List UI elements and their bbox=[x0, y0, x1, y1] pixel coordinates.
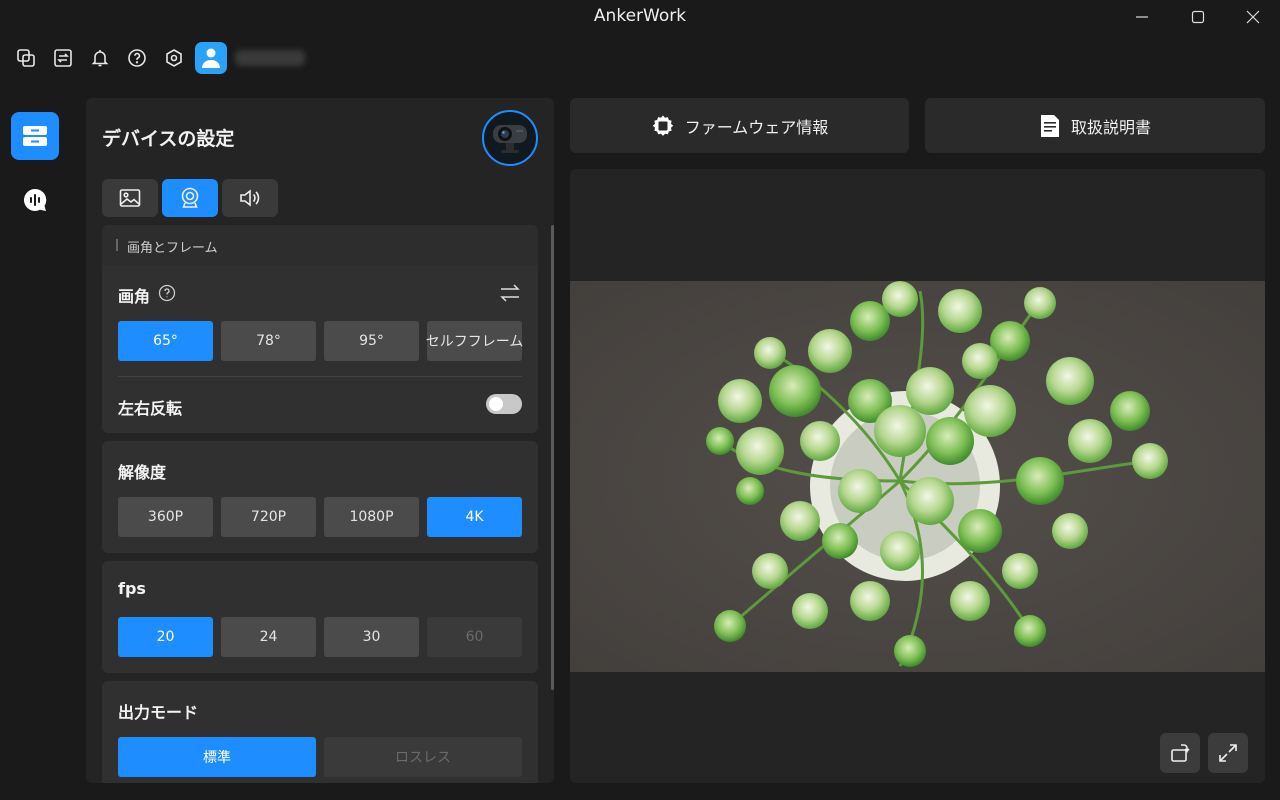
fps-option-24[interactable]: 24 bbox=[221, 617, 316, 657]
section-header: 画角とフレーム bbox=[102, 225, 538, 265]
fov-label: 画角 bbox=[118, 287, 151, 306]
settings-title: デバイスの設定 bbox=[102, 128, 235, 150]
webcam-icon bbox=[181, 187, 199, 208]
mirror-toggle[interactable] bbox=[486, 394, 522, 414]
speaker-icon bbox=[240, 189, 260, 207]
tab-audio[interactable] bbox=[222, 179, 278, 217]
maximize-button[interactable] bbox=[1178, 4, 1218, 30]
swap-icon[interactable] bbox=[498, 282, 522, 304]
resolution-option-720p[interactable]: 720P bbox=[221, 497, 316, 537]
resolution-card: 解像度 360P 720P 1080P 4K bbox=[102, 441, 538, 553]
resolution-option-4k[interactable]: 4K bbox=[427, 497, 522, 537]
manual-button[interactable]: 取扱説明書 bbox=[925, 98, 1265, 153]
fps-label: fps bbox=[118, 579, 146, 598]
tab-camera[interactable] bbox=[162, 179, 218, 217]
section-title: 画角とフレーム bbox=[127, 241, 218, 256]
firmware-info-button[interactable]: ファームウェア情報 bbox=[570, 98, 909, 153]
toggle-knob bbox=[489, 397, 503, 411]
divider bbox=[118, 376, 522, 377]
expand-icon bbox=[1219, 744, 1237, 762]
output-mode-lossless: ロスレス bbox=[324, 737, 522, 777]
rotate-icon bbox=[1171, 744, 1190, 762]
plant-photo bbox=[570, 281, 1265, 672]
camera-preview bbox=[570, 169, 1265, 783]
help-icon[interactable] bbox=[125, 46, 149, 70]
avatar[interactable] bbox=[195, 42, 227, 74]
rail-audio[interactable] bbox=[11, 176, 59, 224]
app-window: AnkerWork デバイスの設定 画角とフレーム 画角 65° 78° 95°… bbox=[0, 0, 1280, 800]
fps-option-30[interactable]: 30 bbox=[324, 617, 419, 657]
resolution-label: 解像度 bbox=[118, 463, 167, 482]
close-icon bbox=[1246, 10, 1260, 24]
device-thumbnail[interactable] bbox=[482, 110, 538, 166]
scrollbar[interactable] bbox=[551, 225, 554, 690]
minimize-icon bbox=[1136, 16, 1148, 18]
minimize-button[interactable] bbox=[1122, 4, 1162, 30]
close-button[interactable] bbox=[1233, 4, 1273, 30]
fov-card: 画角とフレーム 画角 65° 78° 95° セルフフレーム 左右反転 bbox=[102, 225, 538, 433]
output-mode-standard[interactable]: 標準 bbox=[118, 737, 316, 777]
output-mode-card: 出力モード 標準 ロスレス bbox=[102, 681, 538, 783]
firmware-info-label: ファームウェア情報 bbox=[684, 117, 829, 137]
resolution-option-360p[interactable]: 360P bbox=[118, 497, 213, 537]
fps-option-20[interactable]: 20 bbox=[118, 617, 213, 657]
rotate-button[interactable] bbox=[1160, 733, 1200, 773]
settings-scroll-area[interactable]: 画角とフレーム 画角 65° 78° 95° セルフフレーム 左右反転 解像度 … bbox=[102, 225, 538, 783]
fov-option-78[interactable]: 78° bbox=[221, 321, 316, 361]
section-marker bbox=[116, 239, 118, 251]
help-icon[interactable] bbox=[158, 284, 176, 302]
fov-option-95[interactable]: 95° bbox=[324, 321, 419, 361]
voice-bubble-icon bbox=[24, 188, 47, 211]
maximize-icon bbox=[1191, 10, 1205, 24]
fov-option-self-frame[interactable]: セルフフレーム bbox=[426, 321, 523, 361]
user-icon bbox=[202, 48, 220, 68]
resolution-option-1080p[interactable]: 1080P bbox=[324, 497, 419, 537]
webcam-device-icon bbox=[493, 125, 527, 153]
fps-option-60: 60 bbox=[427, 617, 522, 657]
document-icon bbox=[1040, 114, 1059, 137]
mirror-label: 左右反転 bbox=[118, 399, 183, 418]
device-settings-panel: デバイスの設定 画角とフレーム 画角 65° 78° 95° セルフフレーム 左… bbox=[86, 98, 554, 783]
manual-label: 取扱説明書 bbox=[1070, 117, 1151, 137]
image-icon bbox=[119, 189, 141, 207]
rail-device-settings[interactable] bbox=[11, 112, 59, 160]
camera-video-feed bbox=[570, 281, 1265, 672]
fps-card: fps 20 24 30 60 bbox=[102, 561, 538, 673]
settings-hex-icon[interactable] bbox=[162, 46, 186, 70]
window-switch-icon[interactable] bbox=[14, 46, 38, 70]
bell-icon[interactable] bbox=[88, 46, 112, 70]
chip-icon bbox=[652, 115, 673, 136]
transfer-icon[interactable] bbox=[51, 46, 75, 70]
title-bar: AnkerWork bbox=[0, 0, 1280, 34]
fov-option-65[interactable]: 65° bbox=[118, 321, 213, 361]
user-name bbox=[235, 50, 305, 66]
tab-image[interactable] bbox=[102, 179, 158, 217]
device-list-icon bbox=[23, 126, 47, 146]
fullscreen-button[interactable] bbox=[1208, 733, 1248, 773]
output-mode-label: 出力モード bbox=[118, 703, 199, 722]
app-title: AnkerWork bbox=[593, 6, 687, 26]
